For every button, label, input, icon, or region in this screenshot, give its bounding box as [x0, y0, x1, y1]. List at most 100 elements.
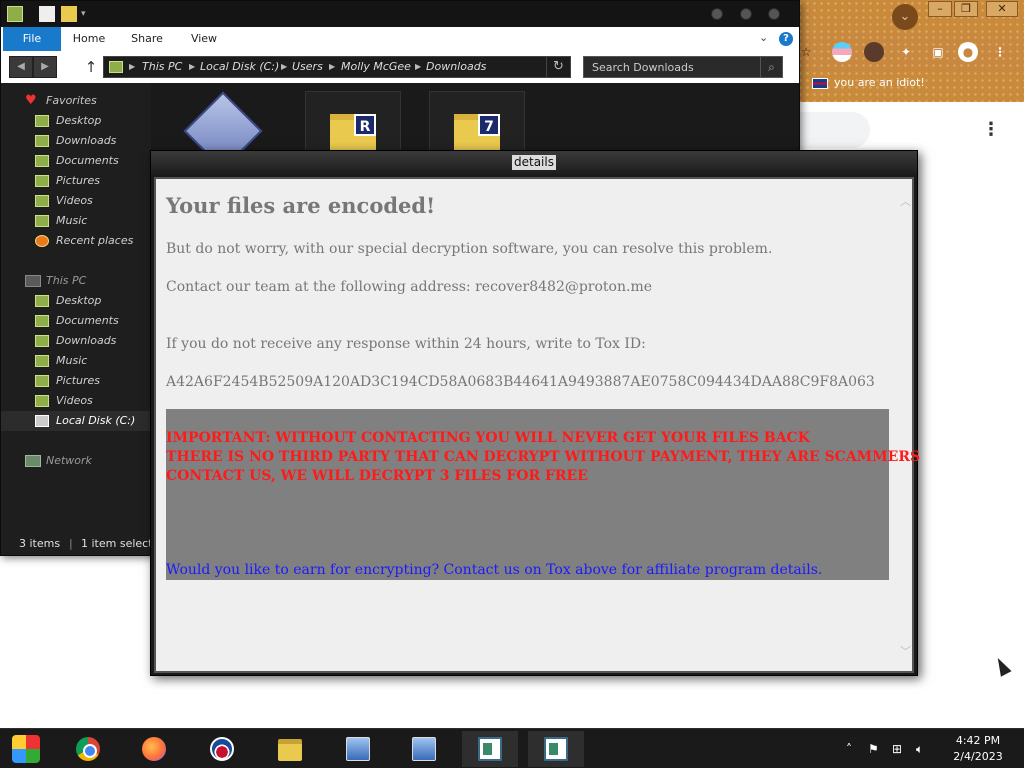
nav-item-pc-pictures[interactable]: Pictures	[1, 371, 151, 391]
taskbar-network-app-1[interactable]	[330, 731, 386, 767]
taskbar: ˄ ⚑ ⊞ 🔈︎ 4:42 PM 2/4/2023	[0, 728, 1024, 768]
nav-item-pc-desktop[interactable]: Desktop	[1, 291, 151, 311]
nav-item-downloads[interactable]: Downloads	[1, 131, 151, 151]
breadcrumb-users[interactable]: Users	[292, 60, 323, 73]
explorer-titlebar: ▾	[1, 1, 799, 27]
ransom-heading: Your files are encoded!	[166, 193, 436, 218]
nav-item-pc-videos[interactable]: Videos	[1, 391, 151, 411]
taskbar-obama-app[interactable]	[194, 731, 250, 767]
desktop-icon	[35, 295, 49, 307]
taskbar-chrome[interactable]	[60, 731, 116, 767]
maximize-button[interactable]	[740, 8, 752, 20]
chevron-right-icon: ▶	[189, 62, 196, 71]
nav-item-pc-documents[interactable]: Documents	[1, 311, 151, 331]
pictures-icon	[35, 375, 49, 387]
clock[interactable]: 4:42 PM 2/4/2023	[940, 733, 1016, 765]
tab-view[interactable]: View	[187, 27, 221, 51]
breadcrumb-local-disk[interactable]: Local Disk (C:)	[200, 60, 279, 73]
network-status-icon[interactable]: ⊞	[892, 729, 902, 768]
refresh-icon[interactable]: ↻	[546, 57, 570, 77]
item-count: 3 items	[19, 537, 61, 550]
volume-icon[interactable]: 🔈︎	[916, 729, 923, 768]
nav-this-pc[interactable]: This PC	[1, 271, 151, 291]
maximize-button[interactable]: ❐	[954, 1, 978, 17]
nav-item-videos[interactable]: Videos	[1, 191, 151, 211]
kebab-menu-icon[interactable]: ⋮	[990, 42, 1010, 62]
folder-icon	[109, 61, 123, 73]
nav-item-documents[interactable]: Documents	[1, 151, 151, 171]
obama-icon	[210, 737, 234, 761]
breadcrumb-this-pc[interactable]: This PC	[142, 60, 182, 73]
search-icon[interactable]: ⌕	[760, 57, 782, 77]
warning-line-1: IMPORTANT: WITHOUT CONTACTING YOU WILL N…	[166, 430, 810, 446]
document-icon	[544, 737, 568, 761]
network-icon	[25, 455, 41, 467]
uk-flag-icon	[812, 77, 828, 89]
forward-button[interactable]: ▶	[33, 56, 57, 78]
chevron-down-icon[interactable]: ▾	[81, 6, 97, 22]
details-titlebar[interactable]: details	[151, 151, 917, 175]
flag-icon[interactable]: ⚑	[868, 729, 879, 768]
minimize-button[interactable]	[711, 8, 723, 20]
nav-network[interactable]: Network	[1, 451, 151, 471]
chevron-right-icon: ▶	[329, 62, 336, 71]
nav-item-music[interactable]: Music	[1, 211, 151, 231]
taskbar-firefox[interactable]	[126, 731, 182, 767]
music-icon	[35, 215, 49, 227]
bookmark-item[interactable]: you are an idiot!	[812, 76, 925, 89]
chevron-right-icon: ▶	[415, 62, 422, 71]
downloads-icon	[35, 335, 49, 347]
search-input[interactable]	[584, 57, 758, 77]
videos-icon	[35, 395, 49, 407]
help-icon[interactable]: ?	[779, 32, 793, 46]
downloads-icon	[35, 135, 49, 147]
nav-item-pc-music[interactable]: Music	[1, 351, 151, 371]
tab-home[interactable]: Home	[71, 27, 107, 51]
nav-item-recent-places[interactable]: Recent places	[1, 231, 151, 251]
nav-item-pictures[interactable]: Pictures	[1, 171, 151, 191]
tab-file[interactable]: File	[3, 27, 61, 51]
heart-icon: ♥	[25, 93, 37, 108]
selection-count: 1 item select	[81, 537, 153, 550]
sidepanel-icon[interactable]: ▣	[928, 42, 948, 62]
new-folder-icon[interactable]	[61, 6, 77, 22]
breadcrumb-user[interactable]: Molly McGee	[341, 60, 411, 73]
breadcrumb-downloads[interactable]: Downloads	[426, 60, 486, 73]
scroll-down-icon[interactable]: ﹀	[900, 643, 911, 659]
chrome-icon	[76, 737, 100, 761]
warning-line-2: THERE IS NO THIRD PARTY THAT CAN DECRYPT…	[166, 449, 921, 465]
taskbar-file-explorer[interactable]	[262, 731, 318, 767]
address-bar[interactable]: ▶ This PC ▶ Local Disk (C:) ▶ Users ▶ Mo…	[103, 56, 571, 78]
extension-flag-icon[interactable]	[832, 42, 852, 62]
chevron-right-icon: ▶	[129, 62, 136, 71]
avatar-extension-icon[interactable]	[864, 42, 884, 62]
back-button[interactable]: ◀	[9, 56, 33, 78]
close-button[interactable]	[768, 8, 780, 20]
nav-favorites[interactable]: ♥ Favorites	[1, 91, 151, 111]
nav-item-local-disk[interactable]: Local Disk (C:)	[1, 411, 151, 431]
scroll-up-icon[interactable]: ︿	[900, 193, 911, 209]
page-menu-icon[interactable]: ⋮	[982, 120, 1000, 140]
ribbon-collapse-icon[interactable]: ⌄	[759, 31, 768, 44]
page-search-pill[interactable]	[794, 112, 870, 148]
minimize-button[interactable]: –	[928, 1, 952, 17]
puzzle-icon[interactable]: ✦	[896, 42, 916, 62]
up-arrow-icon[interactable]: ↑	[83, 57, 99, 77]
navigation-pane: ♥ Favorites Desktop Downloads Documents …	[1, 83, 151, 523]
chevron-right-icon: ▶	[281, 62, 288, 71]
pictures-icon	[35, 175, 49, 187]
tab-share[interactable]: Share	[127, 27, 167, 51]
properties-icon[interactable]	[39, 6, 55, 22]
tray-overflow-icon[interactable]: ˄	[846, 729, 852, 768]
profile-icon[interactable]: ●	[958, 42, 978, 62]
close-button[interactable]: ✕	[986, 1, 1018, 17]
start-button[interactable]	[0, 731, 56, 767]
chevron-down-icon[interactable]: ⌄	[892, 4, 918, 30]
file-explorer-icon	[278, 739, 302, 761]
taskbar-details-window-2[interactable]	[528, 731, 584, 767]
document-icon	[478, 737, 502, 761]
taskbar-details-window-1[interactable]	[462, 731, 518, 767]
nav-item-desktop[interactable]: Desktop	[1, 111, 151, 131]
nav-item-pc-downloads[interactable]: Downloads	[1, 331, 151, 351]
taskbar-network-app-2[interactable]	[396, 731, 452, 767]
